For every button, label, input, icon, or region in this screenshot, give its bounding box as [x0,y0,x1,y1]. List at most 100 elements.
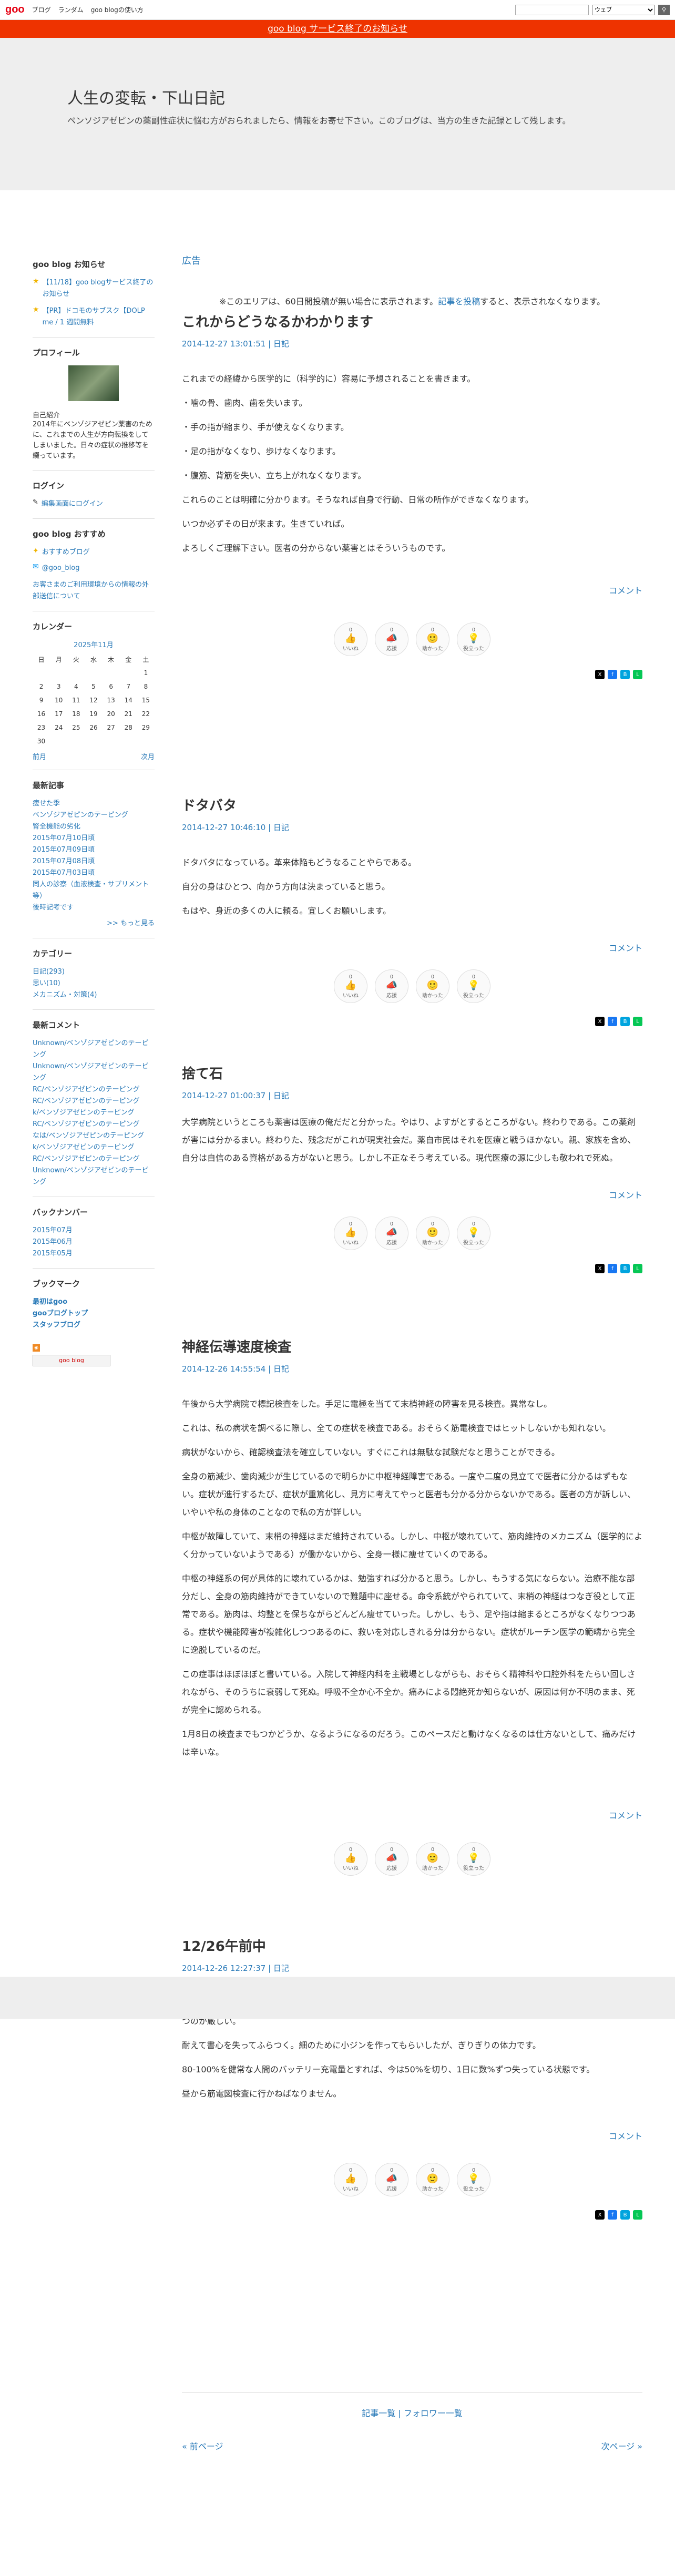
news-item[interactable]: 【PR】ドコモのサブスク【DOLP me / 1 週間無料 [43,305,155,329]
reaction-button[interactable]: 0 🙂 助かった [416,2163,449,2196]
line-icon[interactable]: L [633,670,642,679]
recommend-item[interactable]: お客さまのご利用環境からの情報の外部送信について [33,579,155,602]
recent-item[interactable]: ベンゾジアゼピンのテーピング [33,810,155,821]
comment-item[interactable]: RC/ベンゾジアゼピンのテーピング [33,1119,155,1130]
reaction-button[interactable]: 0 📣 応援 [375,2163,408,2196]
post-date[interactable]: 2014-12-27 10:46:10 | 日記 [182,822,642,833]
comment-link[interactable]: コメント [182,584,642,596]
post-title[interactable]: これからどうなるかわかります [182,311,642,331]
x-icon[interactable]: X [595,1264,605,1273]
search-scope-select[interactable]: ウェブ [592,4,655,15]
profile-avatar[interactable] [68,365,119,401]
goo-logo[interactable]: goo [5,4,25,16]
reaction-button[interactable]: 0 💡 役立った [457,1217,490,1250]
facebook-icon[interactable]: f [608,1264,617,1273]
reaction-button[interactable]: 0 👍 いいね [334,969,367,1003]
reaction-button[interactable]: 0 💡 役立った [457,622,490,656]
reaction-button[interactable]: 0 👍 いいね [334,2163,367,2196]
search-button[interactable]: ⚲ [658,4,670,15]
reaction-button[interactable]: 0 📣 応援 [375,969,408,1003]
backnumber-item[interactable]: 2015年05月 [33,1248,155,1260]
reaction-button[interactable]: 0 👍 いいね [334,1217,367,1250]
bookmark-item[interactable]: 最初はgoo [33,1296,155,1308]
reaction-button[interactable]: 0 📣 応援 [375,1842,408,1876]
hatena-icon[interactable]: B [620,670,630,679]
post-title[interactable]: 神経伝導速度検査 [182,1336,642,1356]
recent-item[interactable]: 同人の診察（血液検査・サプリメント等） [33,879,155,902]
post-date[interactable]: 2014-12-26 14:55:54 | 日記 [182,1363,642,1374]
comment-item[interactable]: RC/ベンゾジアゼピンのテーピング [33,1096,155,1107]
comment-link[interactable]: コメント [182,1188,642,1201]
line-icon[interactable]: L [633,2210,642,2220]
calendar-prev-link[interactable]: 前月 [33,751,46,761]
topbar-link-random[interactable]: ランダム [58,5,84,14]
comment-item[interactable]: k/ベンゾジアゼピンのテーピング [33,1142,155,1153]
comment-link[interactable]: コメント [182,1808,642,1821]
hatena-icon[interactable]: B [620,1264,630,1273]
search-input[interactable] [515,4,589,15]
bookmark-item[interactable]: スタッフブログ [33,1320,155,1331]
reaction-button[interactable]: 0 🙂 助かった [416,969,449,1003]
recent-more-link[interactable]: >> もっと見る [107,919,155,927]
post-title[interactable]: 捨て石 [182,1063,642,1082]
x-icon[interactable]: X [595,1017,605,1026]
post-title[interactable]: 12/26午前中 [182,1936,642,1955]
x-icon[interactable]: X [595,670,605,679]
reaction-button[interactable]: 0 👍 いいね [334,1842,367,1876]
reaction-button[interactable]: 0 💡 役立った [457,1842,490,1876]
reaction-button[interactable]: 0 💡 役立った [457,2163,490,2196]
reaction-button[interactable]: 0 💡 役立った [457,969,490,1003]
reaction-button[interactable]: 0 👍 いいね [334,622,367,656]
post-date[interactable]: 2014-12-27 01:00:37 | 日記 [182,1090,642,1101]
comment-link[interactable]: コメント [182,2129,642,2142]
comment-item[interactable]: Unknown/ベンゾジアゼピンのテーピング [33,1038,155,1061]
recent-item[interactable]: 後時記考です [33,902,155,914]
facebook-icon[interactable]: f [608,2210,617,2220]
line-icon[interactable]: L [633,1017,642,1026]
bookmark-item[interactable]: gooブログトップ [33,1308,155,1320]
post-date[interactable]: 2014-12-27 13:01:51 | 日記 [182,338,642,349]
reaction-button[interactable]: 0 📣 応援 [375,1217,408,1250]
reaction-button[interactable]: 0 🙂 助かった [416,1217,449,1250]
comment-item[interactable]: Unknown/ベンゾジアゼピンのテーピング [33,1061,155,1084]
prev-page-link[interactable]: « 前ページ [182,2439,223,2452]
recent-item[interactable]: 2015年07月10日頃 [33,833,155,844]
category-item[interactable]: メカニズム・対策(4) [33,989,155,1001]
recommend-item[interactable]: おすすめブログ [42,547,90,558]
blog-title[interactable]: 人生の変転・下山日記 [67,85,225,108]
comment-item[interactable]: RC/ベンゾジアゼピンのテーピング [33,1084,155,1096]
x-icon[interactable]: X [595,2210,605,2220]
backnumber-item[interactable]: 2015年07月 [33,1225,155,1236]
reaction-button[interactable]: 0 🙂 助かった [416,622,449,656]
ad-note-post-link[interactable]: 記事を投稿 [438,297,480,306]
hatena-icon[interactable]: B [620,2210,630,2220]
post-title[interactable]: ドタバタ [182,795,642,814]
facebook-icon[interactable]: f [608,670,617,679]
rss-icon[interactable]: ◉ [33,1344,40,1352]
login-link[interactable]: 編集画面にログイン [42,498,103,510]
backnumber-item[interactable]: 2015年06月 [33,1236,155,1248]
recent-item[interactable]: 2015年07月03日頃 [33,867,155,879]
line-icon[interactable]: L [633,1264,642,1273]
topbar-link-howto[interactable]: goo blogの使い方 [91,5,144,14]
recommend-item[interactable]: @goo_blog [42,563,80,574]
comment-item[interactable]: Unknown/ベンゾジアゼピンのテーピング [33,1165,155,1188]
recent-item[interactable]: 痩せた季 [33,798,155,810]
reaction-button[interactable]: 0 🙂 助かった [416,1842,449,1876]
next-page-link[interactable]: 次ページ » [601,2439,642,2452]
goo-blog-badge[interactable]: goo blog [33,1355,110,1366]
category-item[interactable]: 日記(293) [33,966,155,978]
topbar-link-blog[interactable]: ブログ [32,5,51,14]
comment-item[interactable]: k/ベンゾジアゼピンのテーピング [33,1107,155,1119]
recent-item[interactable]: 腎全機能の劣化 [33,821,155,833]
recent-item[interactable]: 2015年07月08日頃 [33,856,155,867]
footer-list-links[interactable]: 記事一覧 | フォロワー一覧 [362,2408,463,2418]
comment-item[interactable]: RC/ベンゾジアゼピンのテーピング [33,1153,155,1165]
category-item[interactable]: 思い(10) [33,978,155,989]
calendar-next-link[interactable]: 次月 [141,751,155,761]
service-end-notice[interactable]: goo blog サービス終了のお知らせ [0,20,675,38]
comment-link[interactable]: コメント [182,941,642,954]
hatena-icon[interactable]: B [620,1017,630,1026]
post-date[interactable]: 2014-12-26 12:27:37 | 日記 [182,1962,642,1974]
reaction-button[interactable]: 0 📣 応援 [375,622,408,656]
